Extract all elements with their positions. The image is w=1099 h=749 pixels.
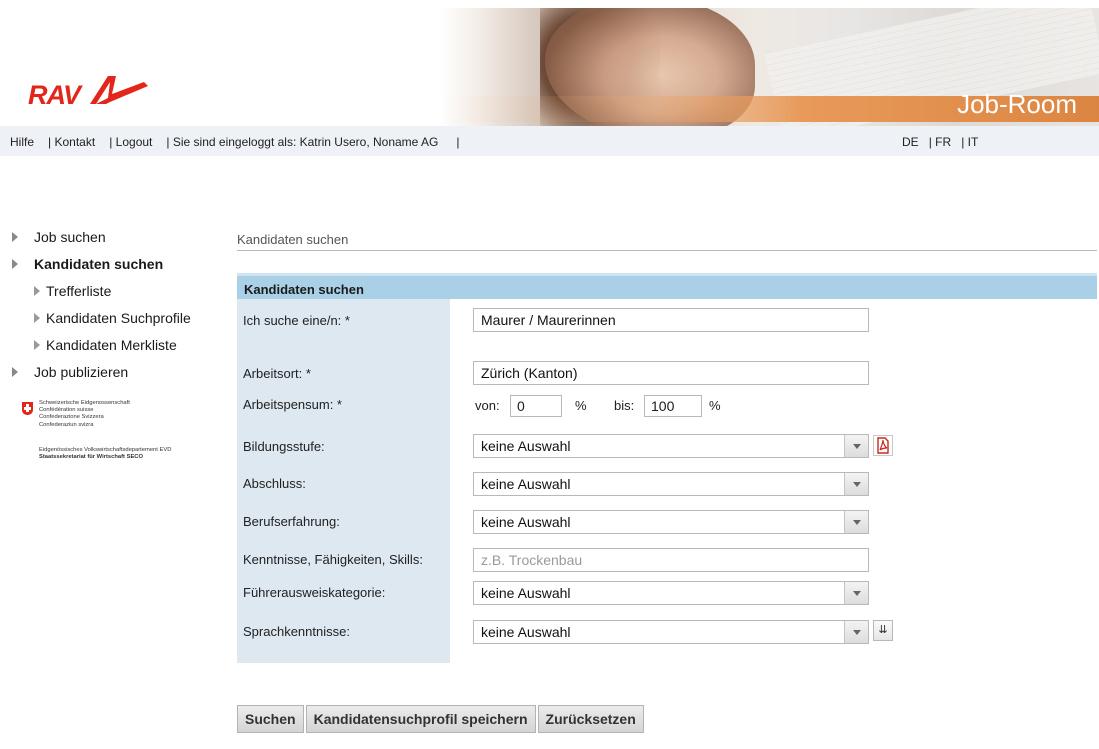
education-label: Bildungsstufe:	[243, 439, 325, 454]
arrow-right-icon	[34, 340, 40, 350]
workload-from-label: von:	[475, 398, 500, 413]
workload-to-label: bis:	[614, 398, 635, 413]
sidebar-item-job-search[interactable]: Job suchen	[12, 227, 222, 254]
sidebar-item-label: Kandidaten Merkliste	[46, 337, 177, 353]
arrow-right-icon	[12, 367, 18, 377]
expand-more-icon[interactable]: ⇊	[873, 620, 893, 641]
experience-select-value: keine Auswahl	[481, 514, 571, 530]
form-header: Kandidaten suchen	[237, 273, 1097, 299]
education-select-value: keine Auswahl	[481, 438, 571, 454]
divider	[237, 250, 1097, 251]
workload-to-input[interactable]: 100	[644, 395, 702, 417]
chevron-down-icon[interactable]	[844, 511, 868, 533]
header-banner-image: Job-Room	[440, 8, 1099, 126]
languages-select-value: keine Auswahl	[481, 624, 571, 640]
degree-select[interactable]: keine Auswahl	[473, 472, 869, 496]
logout-link[interactable]: | Logout	[109, 135, 152, 149]
form-buttons: Suchen Kandidatensuchprofil speichern Zurü…	[237, 705, 646, 733]
header: RAV Job-Room	[0, 0, 1099, 126]
sidebar-item-label: Job publizieren	[34, 364, 129, 380]
chevron-down-icon[interactable]	[844, 621, 868, 643]
experience-select[interactable]: keine Auswahl	[473, 510, 869, 534]
language-de-link[interactable]: DE	[902, 135, 919, 149]
form-title: Kandidaten suchen	[244, 282, 364, 297]
sidebar-item-publish-job[interactable]: Job publizieren	[12, 362, 222, 389]
license-label: Führerausweiskategorie:	[243, 585, 386, 600]
degree-label: Abschluss:	[243, 476, 306, 491]
pdf-icon[interactable]	[873, 435, 893, 456]
arrow-right-icon	[12, 232, 18, 242]
education-select[interactable]: keine Auswahl	[473, 434, 869, 458]
percent-label: %	[709, 398, 721, 413]
language-it-link[interactable]: | IT	[961, 135, 978, 149]
place-label: Arbeitsort: *	[243, 366, 311, 381]
sidebar-item-label: Kandidaten Suchprofile	[46, 310, 191, 326]
seco-office: Staatssekretariat für Wirtschaft SECO	[39, 454, 144, 461]
rav-logo-mark-icon	[90, 76, 148, 104]
degree-select-value: keine Auswahl	[481, 476, 571, 492]
skills-input[interactable]: z.B. Trockenbau	[473, 548, 869, 572]
language-fr-link[interactable]: | FR	[929, 135, 951, 149]
seco-department: Eidgenössisches Volkswirtschaftsdepartem…	[39, 447, 172, 453]
search-button[interactable]: Suchen	[237, 705, 304, 733]
sidebar-item-watchlist[interactable]: Kandidaten Merkliste	[12, 335, 222, 362]
sidebar-item-search-profiles[interactable]: Kandidaten Suchprofile	[12, 308, 222, 335]
sidebar-item-label: Job suchen	[34, 229, 106, 245]
reset-button[interactable]: Zurücksetzen	[537, 705, 644, 733]
place-input[interactable]: Zürich (Kanton)	[473, 361, 869, 385]
job-input[interactable]: Maurer / Maurerinnen	[473, 308, 869, 332]
chevron-down-icon[interactable]	[844, 435, 868, 457]
workload-from-input[interactable]: 0	[510, 395, 562, 417]
contact-link[interactable]: | Kontakt	[48, 135, 95, 149]
license-select-value: keine Auswahl	[481, 585, 571, 601]
swiss-cross-icon	[22, 402, 33, 415]
percent-label: %	[575, 398, 587, 413]
sidebar-item-label: Kandidaten suchen	[34, 256, 164, 272]
sidebar-item-results[interactable]: Trefferliste	[12, 281, 222, 308]
experience-label: Berufserfahrung:	[243, 514, 340, 529]
sidebar-item-candidate-search[interactable]: Kandidaten suchen	[12, 254, 222, 281]
skills-label: Kenntnisse, Fähigkeiten, Skills:	[243, 552, 423, 567]
languages-label: Sprachkenntnisse:	[243, 624, 350, 639]
sidebar: Job suchen Kandidaten suchen Trefferlist…	[12, 227, 222, 389]
nav-separator: |	[456, 135, 460, 149]
workload-label: Arbeitspensum: *	[243, 397, 342, 412]
top-nav-bar: Hilfe | Kontakt | Logout | Sie sind eing…	[0, 126, 1099, 156]
help-link[interactable]: Hilfe	[10, 135, 34, 149]
arrow-right-icon	[12, 259, 18, 269]
breadcrumb: Kandidaten suchen	[237, 232, 349, 247]
license-select[interactable]: keine Auswahl	[473, 581, 869, 605]
chevron-down-icon[interactable]	[844, 473, 868, 495]
save-profile-button[interactable]: Kandidatensuchprofil speichern	[305, 705, 536, 733]
arrow-right-icon	[34, 286, 40, 296]
sidebar-item-label: Trefferliste	[46, 283, 112, 299]
logo-text: RAV	[28, 80, 81, 110]
languages-select[interactable]: keine Auswahl	[473, 620, 869, 644]
chevron-down-icon[interactable]	[844, 582, 868, 604]
job-label: Ich suche eine/n: *	[243, 313, 350, 328]
brand-title: Job-Room	[957, 89, 1077, 119]
arrow-right-icon	[34, 313, 40, 323]
logged-in-status: | Sie sind eingeloggt als: Katrin Usero,…	[166, 135, 439, 149]
